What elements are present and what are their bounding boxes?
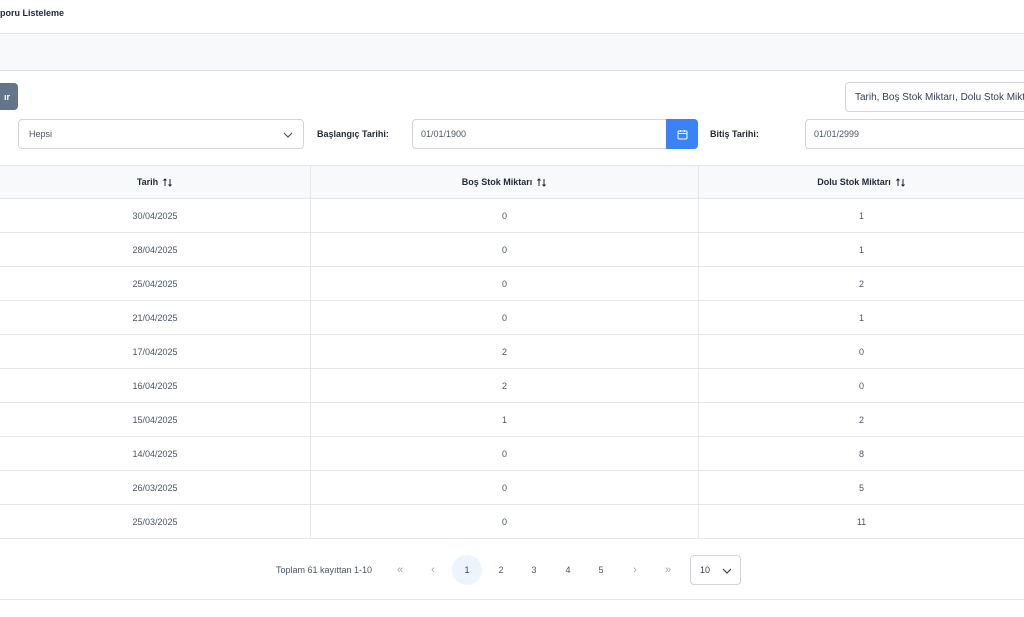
cell-tarih: 26/03/2025 <box>0 471 311 504</box>
cell-dolu-stok: 0 <box>858 380 864 391</box>
table-row: 26/03/2025 0 5 <box>0 471 1024 505</box>
cell-dolu-stok: 8 <box>858 448 864 459</box>
first-page-button[interactable]: « <box>385 555 415 585</box>
calendar-button[interactable] <box>666 119 698 149</box>
page-button-1[interactable]: 1 <box>452 555 482 585</box>
top-bar: poru Listeleme <box>0 0 1024 34</box>
cell-bos-stok: 0 <box>311 505 699 538</box>
end-date-value: 01/01/2999 <box>814 129 860 139</box>
cell-bos-stok: 0 <box>311 301 699 334</box>
start-date-value: 01/01/1900 <box>421 129 467 139</box>
status-select[interactable]: Hepsi <box>18 119 304 149</box>
cell-tarih: 16/04/2025 <box>0 369 311 402</box>
page-button-5[interactable]: 5 <box>586 555 616 585</box>
start-date-input[interactable]: 01/01/1900 <box>412 119 668 149</box>
table-header: Tarih Boş Stok Miktarı Dolu Stok Miktarı <box>0 165 1024 199</box>
cell-dolu-stok: 5 <box>858 482 864 493</box>
table-row: 14/04/2025 0 8 <box>0 437 1024 471</box>
column-header-label: Boş Stok Miktarı <box>461 177 533 187</box>
next-page-button[interactable]: › <box>620 555 650 585</box>
visible-columns-value: Tarih, Boş Stok Miktarı, Dolu Stok Mikta… <box>855 91 1024 103</box>
cell-tarih: 30/04/2025 <box>0 199 311 232</box>
table-row: 28/04/2025 0 1 <box>0 233 1024 267</box>
table-row: 15/04/2025 1 2 <box>0 403 1024 437</box>
table-row: 17/04/2025 2 0 <box>0 335 1024 369</box>
cell-tarih: 17/04/2025 <box>0 335 311 368</box>
cell-tarih: 15/04/2025 <box>0 403 311 436</box>
column-header-label: Tarih <box>136 177 159 187</box>
cell-tarih: 25/04/2025 <box>0 267 311 300</box>
cell-tarih: 21/04/2025 <box>0 301 311 334</box>
table-row: 25/03/2025 0 11 <box>0 505 1024 539</box>
page-button-3[interactable]: 3 <box>519 555 549 585</box>
action-button[interactable]: ır <box>0 83 18 110</box>
cell-bos-stok: 1 <box>311 403 699 436</box>
cell-bos-stok: 0 <box>311 471 699 504</box>
cell-dolu-stok: 1 <box>858 312 864 323</box>
cell-bos-stok: 2 <box>311 335 699 368</box>
calendar-icon <box>677 129 687 139</box>
table-row: 25/04/2025 0 2 <box>0 267 1024 301</box>
page-button-2[interactable]: 2 <box>486 555 516 585</box>
table-row: 16/04/2025 2 0 <box>0 369 1024 403</box>
sort-icon <box>537 177 547 187</box>
start-date-label: Başlangıç Tarihi: <box>317 129 389 139</box>
cell-dolu-stok: 2 <box>858 278 864 289</box>
cell-dolu-stok: 2 <box>858 414 864 425</box>
page-size-select[interactable]: 10 <box>690 555 741 585</box>
stock-table: Tarih Boş Stok Miktarı Dolu Stok Miktarı… <box>0 165 1024 539</box>
table-row: 21/04/2025 0 1 <box>0 301 1024 335</box>
table-row: 30/04/2025 0 1 <box>0 199 1024 233</box>
page-title: poru Listeleme <box>0 8 65 18</box>
cell-bos-stok: 0 <box>311 437 699 470</box>
last-page-button[interactable]: » <box>653 555 683 585</box>
sort-icon <box>163 177 173 187</box>
pagination: Toplam 61 kayıttan 1-10 « ‹ 1 2 3 4 5 › … <box>0 540 1024 600</box>
cell-bos-stok: 0 <box>311 199 699 232</box>
cell-dolu-stok: 11 <box>856 516 867 527</box>
cell-tarih: 14/04/2025 <box>0 437 311 470</box>
cell-bos-stok: 2 <box>311 369 699 402</box>
cell-tarih: 25/03/2025 <box>0 505 311 538</box>
column-header-label: Dolu Stok Miktarı <box>817 177 891 187</box>
chevron-down-icon <box>722 568 732 574</box>
cell-dolu-stok: 1 <box>858 210 864 221</box>
cell-bos-stok: 0 <box>311 233 699 266</box>
cell-bos-stok: 0 <box>311 267 699 300</box>
cell-dolu-stok: 1 <box>858 244 864 255</box>
column-header-tarih[interactable]: Tarih <box>0 166 311 198</box>
cell-dolu-stok: 0 <box>858 346 864 357</box>
pagination-total: Toplam 61 kayıttan 1-10 <box>276 565 373 575</box>
visible-columns-select[interactable]: Tarih, Boş Stok Miktarı, Dolu Stok Mikta… <box>845 82 1024 112</box>
end-date-label: Bitiş Tarihi: <box>710 129 759 139</box>
chevron-down-icon <box>283 132 293 138</box>
prev-page-button[interactable]: ‹ <box>418 555 448 585</box>
sort-icon <box>895 177 905 187</box>
action-button-label: ır <box>3 91 10 102</box>
breadcrumb-band <box>0 35 1024 71</box>
end-date-input[interactable]: 01/01/2999 <box>805 119 1024 149</box>
page-button-4[interactable]: 4 <box>553 555 583 585</box>
status-select-value: Hepsi <box>29 129 53 139</box>
page-size-value: 10 <box>700 565 711 575</box>
column-header-bos-stok[interactable]: Boş Stok Miktarı <box>311 166 699 198</box>
cell-tarih: 28/04/2025 <box>0 233 311 266</box>
column-header-dolu-stok[interactable]: Dolu Stok Miktarı <box>699 166 1024 198</box>
